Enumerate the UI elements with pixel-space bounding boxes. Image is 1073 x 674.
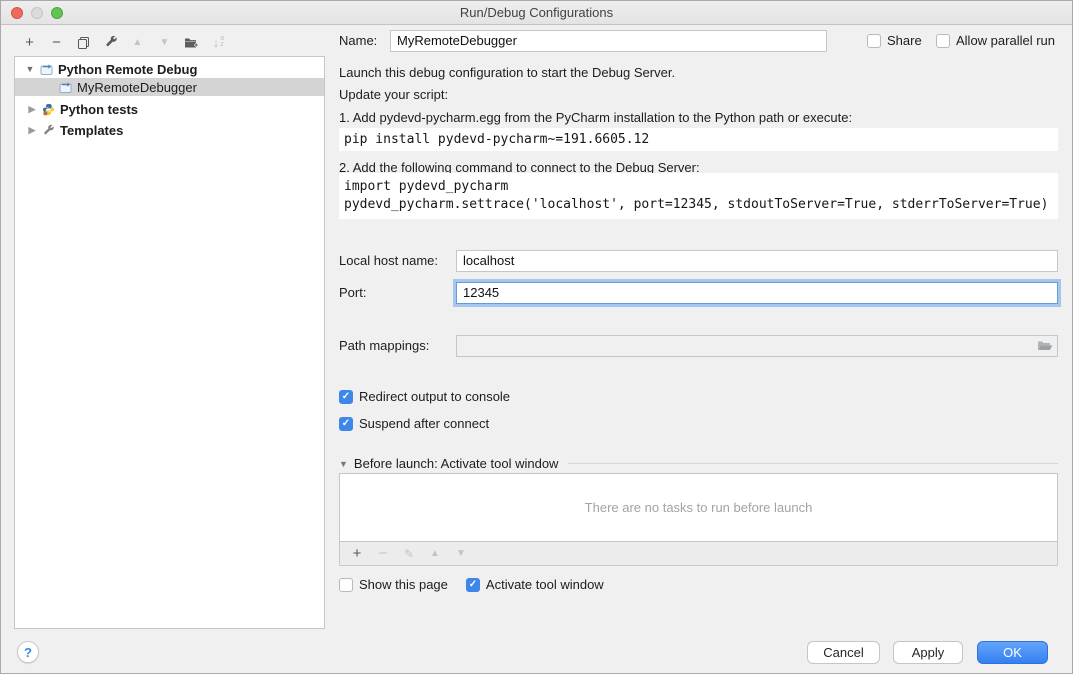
checkbox-checked-icon[interactable]: ✓ xyxy=(466,578,480,592)
edit-task-button[interactable]: ✎ xyxy=(396,542,422,566)
local-host-name-label: Local host name: xyxy=(339,253,438,268)
port-input[interactable] xyxy=(456,282,1058,304)
show-this-page-label: Show this page xyxy=(359,577,448,592)
move-down-button[interactable]: ▼ xyxy=(151,30,178,54)
run-debug-configurations-dialog: Run/Debug Configurations + − ▲ ▼ xyxy=(0,0,1073,674)
tree-item-templates[interactable]: ▶ Templates xyxy=(15,121,324,139)
ok-button[interactable]: OK xyxy=(977,641,1048,664)
name-input[interactable] xyxy=(390,30,827,52)
checkbox-unchecked-icon[interactable] xyxy=(339,578,353,592)
wrench-icon xyxy=(42,124,55,137)
port-label: Port: xyxy=(339,285,366,300)
tree-item-myremotedebugger[interactable]: MyRemoteDebugger xyxy=(15,78,324,96)
configurations-tree: ▼ Python Remote Debug MyRemoteDebugger xyxy=(14,56,325,629)
tree-item-python-remote-debug[interactable]: ▼ Python Remote Debug xyxy=(15,60,324,78)
redirect-output-checkbox[interactable]: ✓ Redirect output to console xyxy=(339,389,510,404)
before-launch-title: Before launch: Activate tool window xyxy=(354,456,559,471)
browse-folder-icon[interactable] xyxy=(1037,339,1053,352)
allow-parallel-run-label: Allow parallel run xyxy=(956,33,1055,48)
disclosure-collapsed-icon[interactable]: ▶ xyxy=(27,125,37,136)
path-mappings-input[interactable] xyxy=(456,335,1058,357)
before-launch-task-list[interactable]: There are no tasks to run before launch xyxy=(339,473,1058,542)
help-button[interactable]: ? xyxy=(17,641,39,663)
help-icon: ? xyxy=(24,645,32,660)
pip-command-snippet: pip install pydevd-pycharm~=191.6605.12 xyxy=(339,128,1058,151)
code-line: import pydevd_pycharm xyxy=(344,178,1058,196)
local-host-name-input[interactable] xyxy=(456,250,1058,272)
empty-tasks-message: There are no tasks to run before launch xyxy=(585,500,813,515)
move-task-up-button[interactable]: ▲ xyxy=(422,542,448,566)
run-config-icon xyxy=(59,81,72,94)
instruction-line-2: Update your script: xyxy=(339,87,448,102)
sort-configurations-button[interactable]: ↓ az xyxy=(205,30,232,54)
disclosure-expanded-icon[interactable]: ▼ xyxy=(25,64,35,74)
show-this-page-checkbox[interactable]: Show this page xyxy=(339,577,448,592)
move-up-button[interactable]: ▲ xyxy=(124,30,151,54)
allow-parallel-run-checkbox[interactable]: Allow parallel run xyxy=(936,33,1055,48)
title-bar: Run/Debug Configurations xyxy=(1,1,1072,25)
instruction-step-1: 1. Add pydevd-pycharm.egg from the PyCha… xyxy=(339,110,852,125)
remove-task-button[interactable]: − xyxy=(370,542,396,566)
checkbox-checked-icon[interactable]: ✓ xyxy=(339,390,353,404)
configurations-toolbar: + − ▲ ▼ ↓ xyxy=(16,29,232,55)
run-config-icon xyxy=(40,63,53,76)
python-tests-icon xyxy=(42,103,55,116)
new-folder-button[interactable] xyxy=(178,30,205,54)
remove-configuration-button[interactable]: − xyxy=(43,30,70,54)
copy-icon xyxy=(77,36,90,49)
path-mappings-label: Path mappings: xyxy=(339,338,429,353)
tree-item-label: Python tests xyxy=(60,102,138,117)
instruction-line-1: Launch this debug configuration to start… xyxy=(339,65,675,80)
tree-item-label: MyRemoteDebugger xyxy=(77,80,197,95)
tree-item-label: Python Remote Debug xyxy=(58,62,197,77)
cancel-button[interactable]: Cancel xyxy=(807,641,880,664)
folder-add-icon xyxy=(184,36,199,49)
before-launch-toolbar: + − ✎ ▲ ▼ xyxy=(339,542,1058,566)
copy-configuration-button[interactable] xyxy=(70,30,97,54)
window-title: Run/Debug Configurations xyxy=(1,5,1072,20)
sort-az-icon: ↓ az xyxy=(213,35,224,50)
disclosure-collapsed-icon[interactable]: ▶ xyxy=(27,104,37,115)
checkbox-unchecked-icon[interactable] xyxy=(867,34,881,48)
checkbox-unchecked-icon[interactable] xyxy=(936,34,950,48)
separator-line xyxy=(568,463,1058,464)
share-label: Share xyxy=(887,33,922,48)
settrace-code-snippet: import pydevd_pycharm pydevd_pycharm.set… xyxy=(339,173,1058,219)
add-configuration-button[interactable]: + xyxy=(16,30,43,54)
code-line: pydevd_pycharm.settrace('localhost', por… xyxy=(344,196,1058,214)
move-task-down-button[interactable]: ▼ xyxy=(448,542,474,566)
disclosure-expanded-icon[interactable]: ▼ xyxy=(339,459,348,469)
checkbox-checked-icon[interactable]: ✓ xyxy=(339,417,353,431)
redirect-output-label: Redirect output to console xyxy=(359,389,510,404)
suspend-after-connect-checkbox[interactable]: ✓ Suspend after connect xyxy=(339,416,489,431)
suspend-after-connect-label: Suspend after connect xyxy=(359,416,489,431)
activate-tool-window-checkbox[interactable]: ✓ Activate tool window xyxy=(466,577,604,592)
add-task-button[interactable]: + xyxy=(344,542,370,566)
wrench-icon xyxy=(104,35,118,49)
before-launch-section-header[interactable]: ▼ Before launch: Activate tool window xyxy=(339,456,1058,471)
activate-tool-window-label: Activate tool window xyxy=(486,577,604,592)
share-checkbox[interactable]: Share xyxy=(867,33,922,48)
name-label: Name: xyxy=(339,33,377,48)
tree-item-label: Templates xyxy=(60,123,123,138)
apply-button[interactable]: Apply xyxy=(893,641,963,664)
tree-item-python-tests[interactable]: ▶ Python tests xyxy=(15,100,324,118)
configuration-editor: Name: Share Allow parallel run Launch th… xyxy=(339,25,1060,631)
edit-templates-button[interactable] xyxy=(97,30,124,54)
